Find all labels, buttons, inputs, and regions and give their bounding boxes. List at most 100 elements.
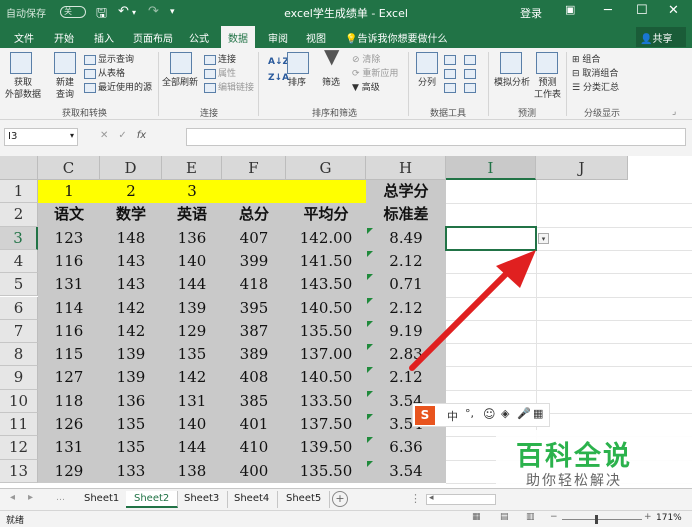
sort-button[interactable]: 排序 [288, 77, 306, 89]
data-cell[interactable]: 144 [162, 273, 222, 296]
zoom-level[interactable]: 171% [656, 513, 682, 523]
data-cell[interactable]: 395 [222, 297, 286, 320]
data-cell[interactable]: 418 [222, 273, 286, 296]
data-cell[interactable]: 385 [222, 390, 286, 413]
data-cell[interactable]: 131 [38, 273, 100, 296]
tab-data[interactable]: 数据 [221, 26, 255, 48]
cell[interactable]: 3 [162, 180, 222, 203]
data-cell[interactable]: 6.36 [366, 436, 446, 459]
data-cell[interactable]: 2.12 [366, 250, 446, 273]
header-cell[interactable]: 标准差 [366, 203, 446, 226]
row-header-12[interactable]: 12 [0, 436, 38, 460]
data-cell[interactable]: 139 [100, 366, 162, 389]
header-cell[interactable]: 总分 [222, 203, 286, 226]
data-cell[interactable]: 116 [38, 250, 100, 273]
data-cell[interactable]: 3.54 [366, 460, 446, 483]
get-external-data-button[interactable]: 获取 外部数据 [2, 77, 44, 101]
data-cell[interactable]: 142.00 [286, 227, 366, 250]
data-cell[interactable]: 136 [162, 227, 222, 250]
data-cell[interactable]: 399 [222, 250, 286, 273]
ime-mode-toggle[interactable]: 中 [447, 408, 458, 424]
tab-page-layout[interactable]: 页面布局 [133, 30, 173, 45]
row-header-6[interactable]: 6 [0, 296, 38, 320]
subtotal-button[interactable]: ☰ 分类汇总 [572, 82, 619, 94]
data-cell[interactable]: 142 [162, 366, 222, 389]
dialog-launcher-icon[interactable]: ⌟ [672, 106, 676, 118]
data-cell[interactable]: 127 [38, 366, 100, 389]
data-cell[interactable]: 139 [100, 343, 162, 366]
from-table-button[interactable]: 从表格 [84, 68, 125, 80]
data-cell[interactable]: 139 [162, 297, 222, 320]
sheet-tab[interactable]: Sheet5 [278, 491, 331, 508]
data-cell[interactable]: 142 [100, 320, 162, 343]
sheet-tab[interactable]: Sheet1 [76, 491, 129, 508]
column-header-g[interactable]: G [286, 156, 366, 180]
data-cell[interactable]: 389 [222, 343, 286, 366]
flash-fill-icon[interactable] [444, 54, 458, 66]
data-cell[interactable]: 140 [162, 413, 222, 436]
zoom-slider-thumb[interactable] [595, 515, 599, 524]
row-header-9[interactable]: 9 [0, 366, 38, 390]
select-all-corner[interactable] [0, 156, 38, 180]
page-layout-view-icon[interactable]: ▤ [500, 512, 509, 522]
data-cell[interactable]: 2.83 [366, 343, 446, 366]
data-cell[interactable]: 143 [100, 250, 162, 273]
validation-dropdown-icon[interactable]: ▾ [538, 232, 549, 244]
row-header-10[interactable]: 10 [0, 389, 38, 413]
data-cell[interactable]: 137.50 [286, 413, 366, 436]
sheet-tab-active[interactable]: Sheet2 [126, 491, 179, 508]
sheet-tab[interactable]: Sheet4 [226, 491, 279, 508]
skin-icon[interactable]: ◈ [501, 407, 509, 420]
connections-button[interactable]: 连接 [204, 54, 236, 66]
data-cell[interactable]: 133.50 [286, 390, 366, 413]
data-cell[interactable]: 133 [100, 460, 162, 483]
zoom-slider[interactable] [562, 515, 642, 524]
data-cell[interactable]: 2.12 [366, 297, 446, 320]
data-cell[interactable]: 401 [222, 413, 286, 436]
data-cell[interactable]: 143.50 [286, 273, 366, 296]
tab-splitter-icon[interactable]: ⋮ [410, 492, 421, 505]
tab-formulas[interactable]: 公式 [189, 30, 209, 45]
forecast-sheet-button[interactable]: 预测 工作表 [534, 77, 561, 101]
reapply-button[interactable]: ⟳ 重新应用 [352, 68, 398, 80]
tell-me-search[interactable]: 💡告诉我你想要做什么 [345, 30, 447, 45]
data-cell[interactable]: 131 [162, 390, 222, 413]
remove-duplicates-icon[interactable] [444, 68, 458, 80]
sort-za-icon[interactable]: Z↓A [268, 72, 289, 84]
row-header-1[interactable]: 1 [0, 180, 38, 204]
data-cell[interactable]: 138 [162, 460, 222, 483]
data-cell[interactable]: 115 [38, 343, 100, 366]
column-header-c[interactable]: C [38, 156, 100, 180]
data-cell[interactable]: 407 [222, 227, 286, 250]
minimize-button[interactable]: ─ [604, 3, 612, 18]
column-header-h[interactable]: H [366, 156, 446, 180]
relationships-icon[interactable] [464, 68, 478, 80]
data-cell[interactable]: 400 [222, 460, 286, 483]
text-to-columns-button[interactable]: 分列 [418, 77, 436, 89]
data-cell[interactable]: 2.12 [366, 366, 446, 389]
manage-data-model-icon[interactable] [464, 82, 478, 94]
refresh-all-button[interactable]: 全部刷新 [162, 77, 198, 89]
data-cell[interactable]: 118 [38, 390, 100, 413]
sort-az-icon[interactable]: A↓Z [268, 56, 289, 68]
data-cell[interactable]: 141.50 [286, 250, 366, 273]
data-cell[interactable]: 9.19 [366, 320, 446, 343]
data-cell[interactable]: 135.50 [286, 320, 366, 343]
row-header-4[interactable]: 4 [0, 249, 38, 274]
more-sheets-icon[interactable]: … [56, 493, 65, 503]
tab-insert[interactable]: 插入 [94, 30, 114, 45]
name-box[interactable]: I3 ▾ [4, 128, 78, 146]
column-header-e[interactable]: E [162, 156, 222, 180]
consolidate-icon[interactable] [464, 54, 478, 66]
data-cell[interactable]: 116 [38, 320, 100, 343]
data-cell[interactable]: 142 [100, 297, 162, 320]
cell[interactable]: 2 [100, 180, 162, 203]
selected-cell[interactable] [445, 225, 537, 251]
cell[interactable] [286, 180, 366, 203]
scroll-right-icon[interactable]: ▸ [28, 492, 33, 503]
header-cell[interactable]: 平均分 [286, 203, 366, 226]
emoji-icon[interactable]: ☺ [483, 407, 496, 421]
normal-view-icon[interactable]: ▦ [472, 512, 481, 522]
data-validation-icon[interactable] [444, 82, 458, 94]
tab-file[interactable]: 文件 [14, 30, 34, 45]
